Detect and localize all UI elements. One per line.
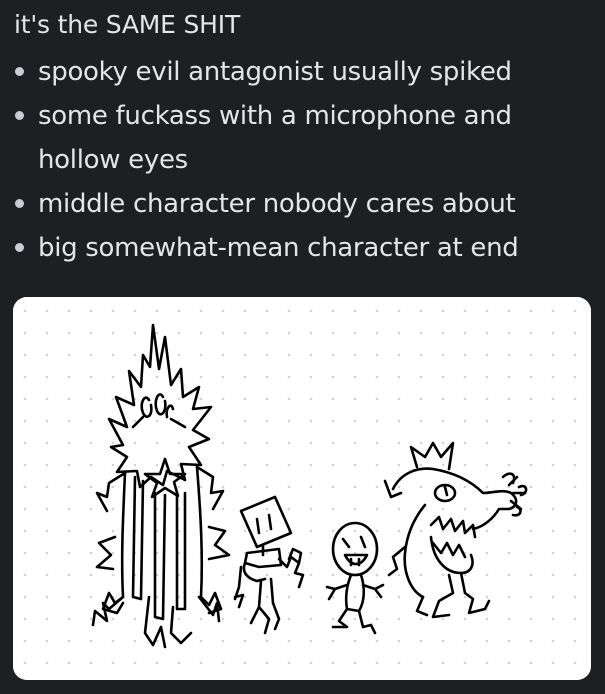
sketch-drawing (13, 297, 591, 680)
list-item: some fuckass with a microphone and hollo… (14, 94, 599, 182)
message: it's the SAME SHIT spooky evil antagonis… (14, 0, 599, 270)
bullet-dot-icon (15, 67, 24, 76)
bullet-text: some fuckass with a microphone and hollo… (38, 101, 512, 175)
bullet-dot-icon (15, 111, 24, 120)
bullet-list: spooky evil antagonist usually spiked so… (14, 50, 599, 270)
bullet-text: spooky evil antagonist usually spiked (38, 57, 512, 87)
bullet-dot-icon (15, 243, 24, 252)
image-attachment[interactable] (13, 297, 591, 680)
bullet-dot-icon (15, 199, 24, 208)
bullet-text: big somewhat-mean character at end (38, 233, 519, 263)
list-item: spooky evil antagonist usually spiked (14, 50, 599, 94)
list-item: middle character nobody cares about (14, 182, 599, 226)
bullet-text: middle character nobody cares about (38, 189, 516, 219)
list-item: big somewhat-mean character at end (14, 226, 599, 270)
message-title: it's the SAME SHIT (14, 10, 241, 39)
